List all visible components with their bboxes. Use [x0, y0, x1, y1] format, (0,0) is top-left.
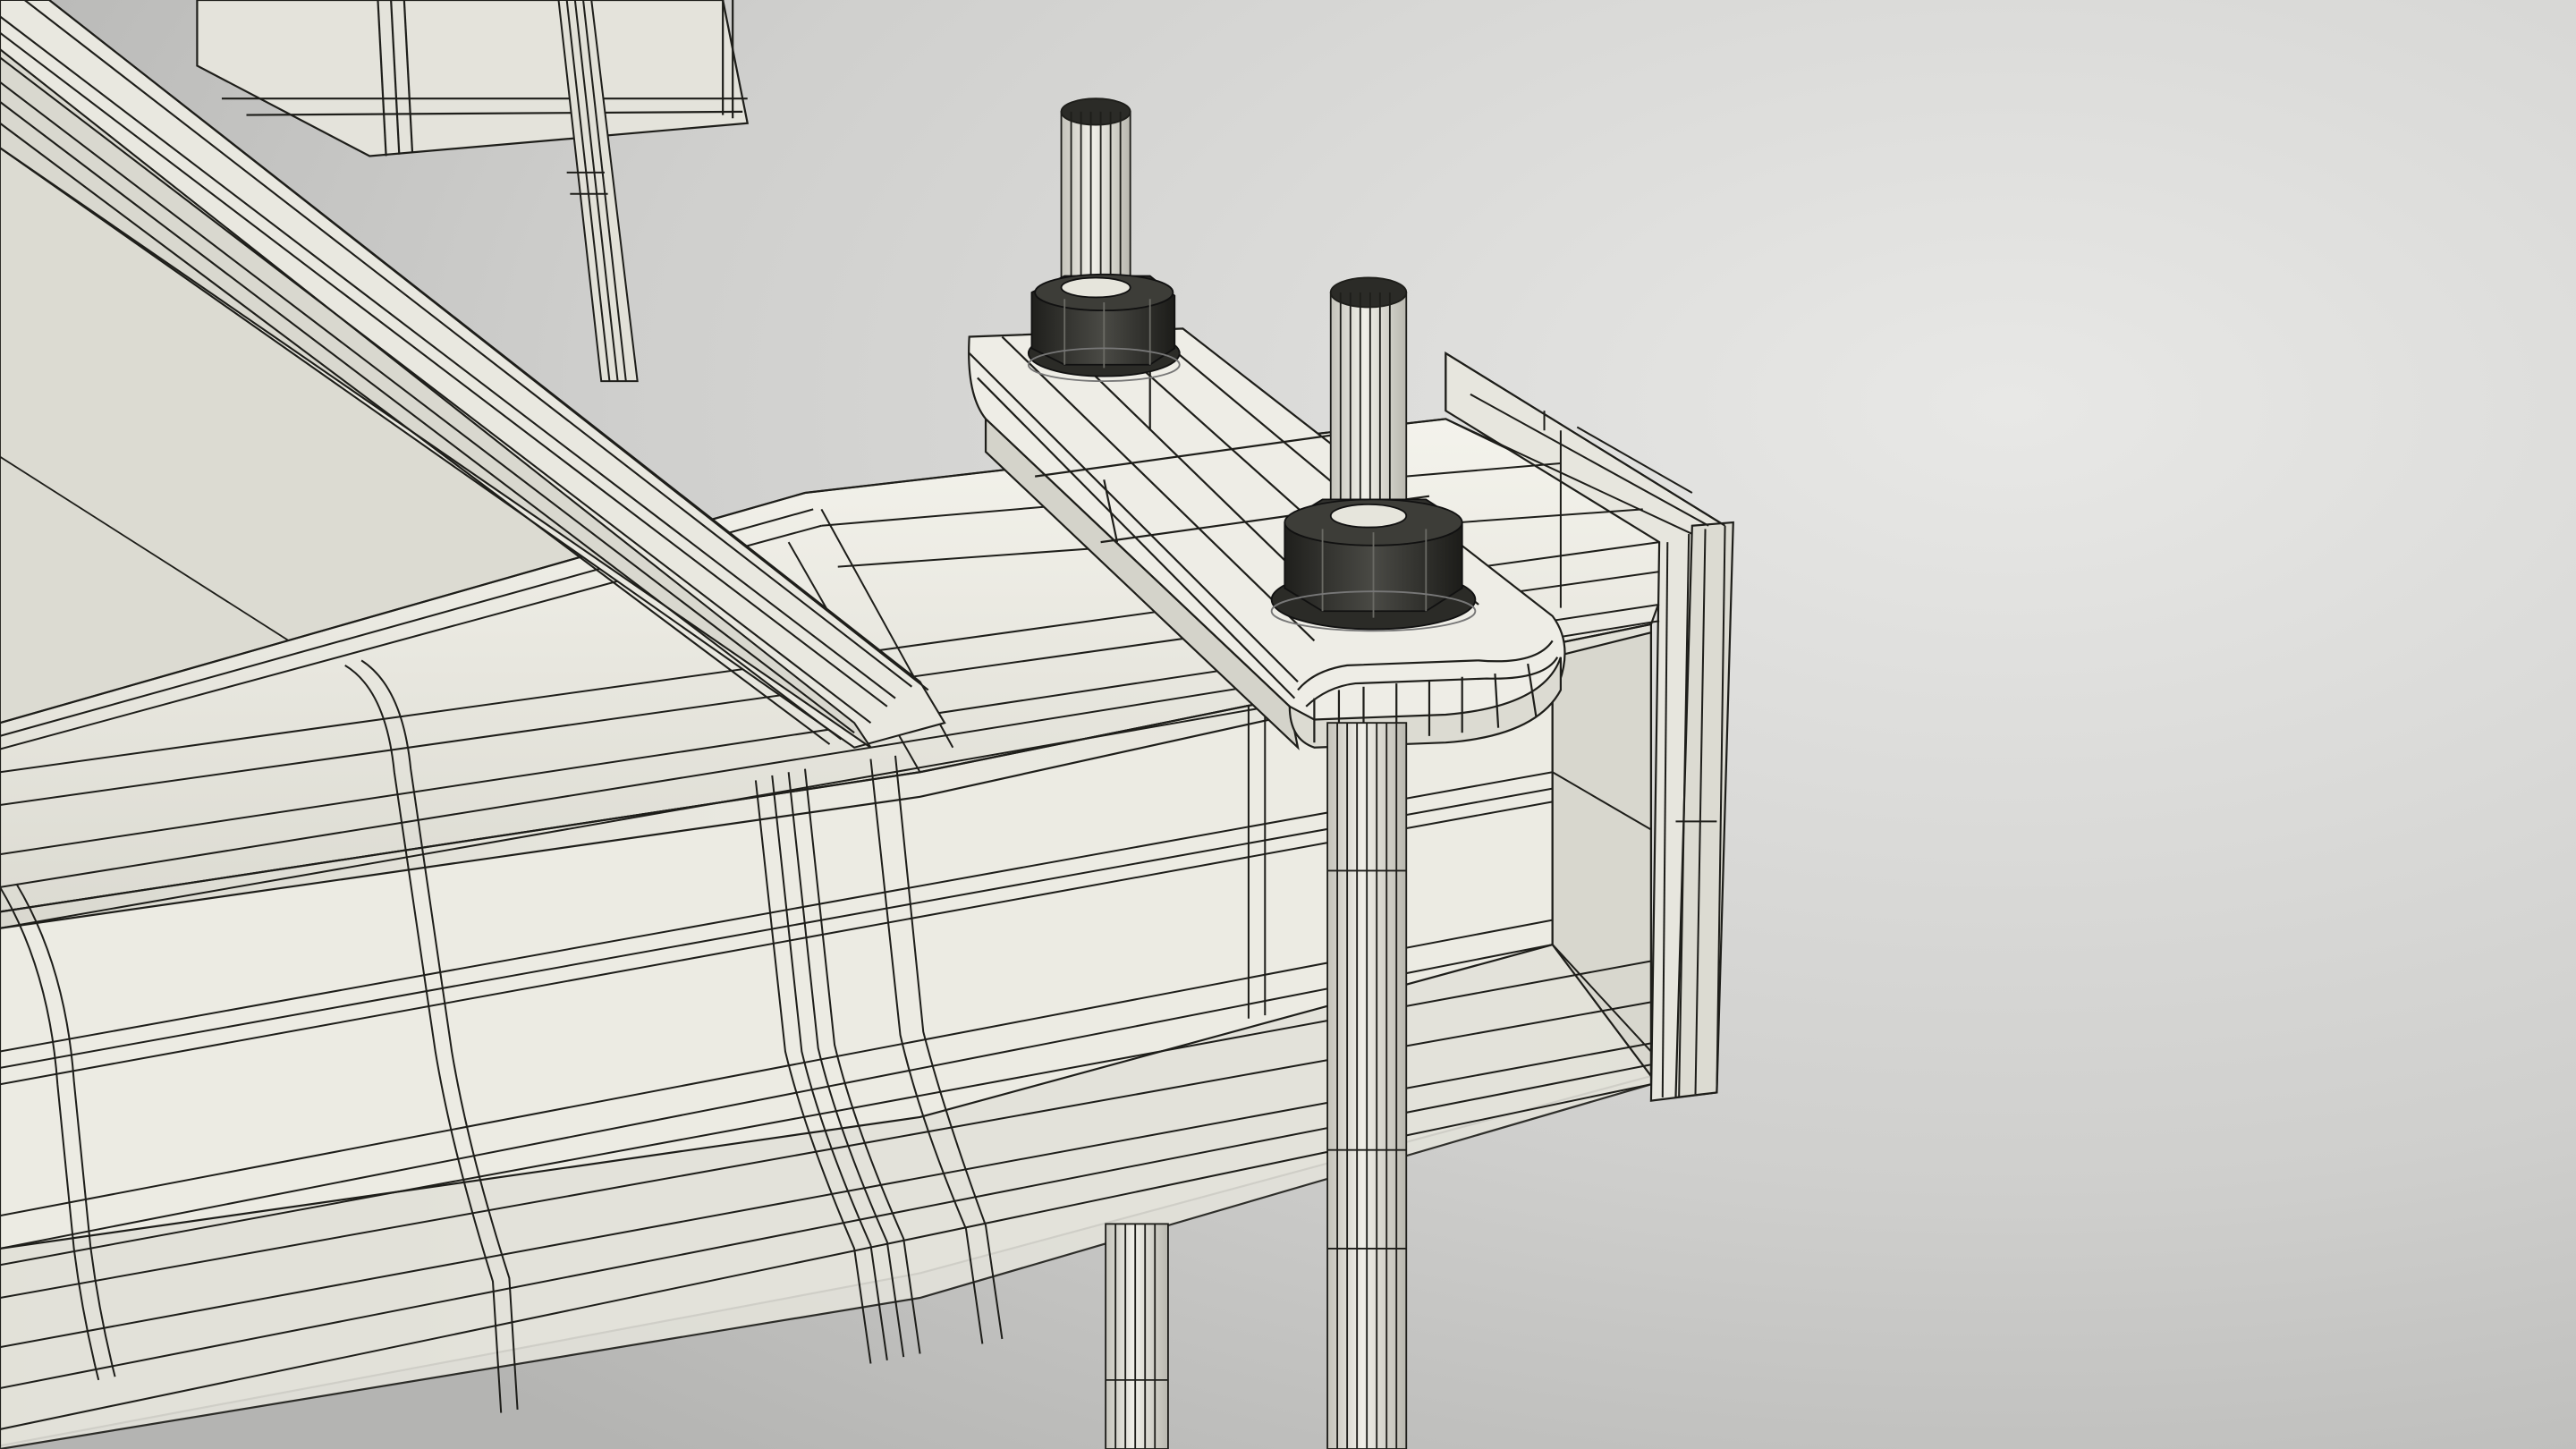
wireframe-render: [0, 0, 2576, 1449]
bolt-front: [1326, 722, 1408, 1449]
hex-nut-front: [1270, 498, 1477, 632]
render-viewport: [0, 0, 2576, 1449]
lower-rod: [1105, 1223, 1169, 1449]
hex-nut-back: [1027, 273, 1181, 383]
